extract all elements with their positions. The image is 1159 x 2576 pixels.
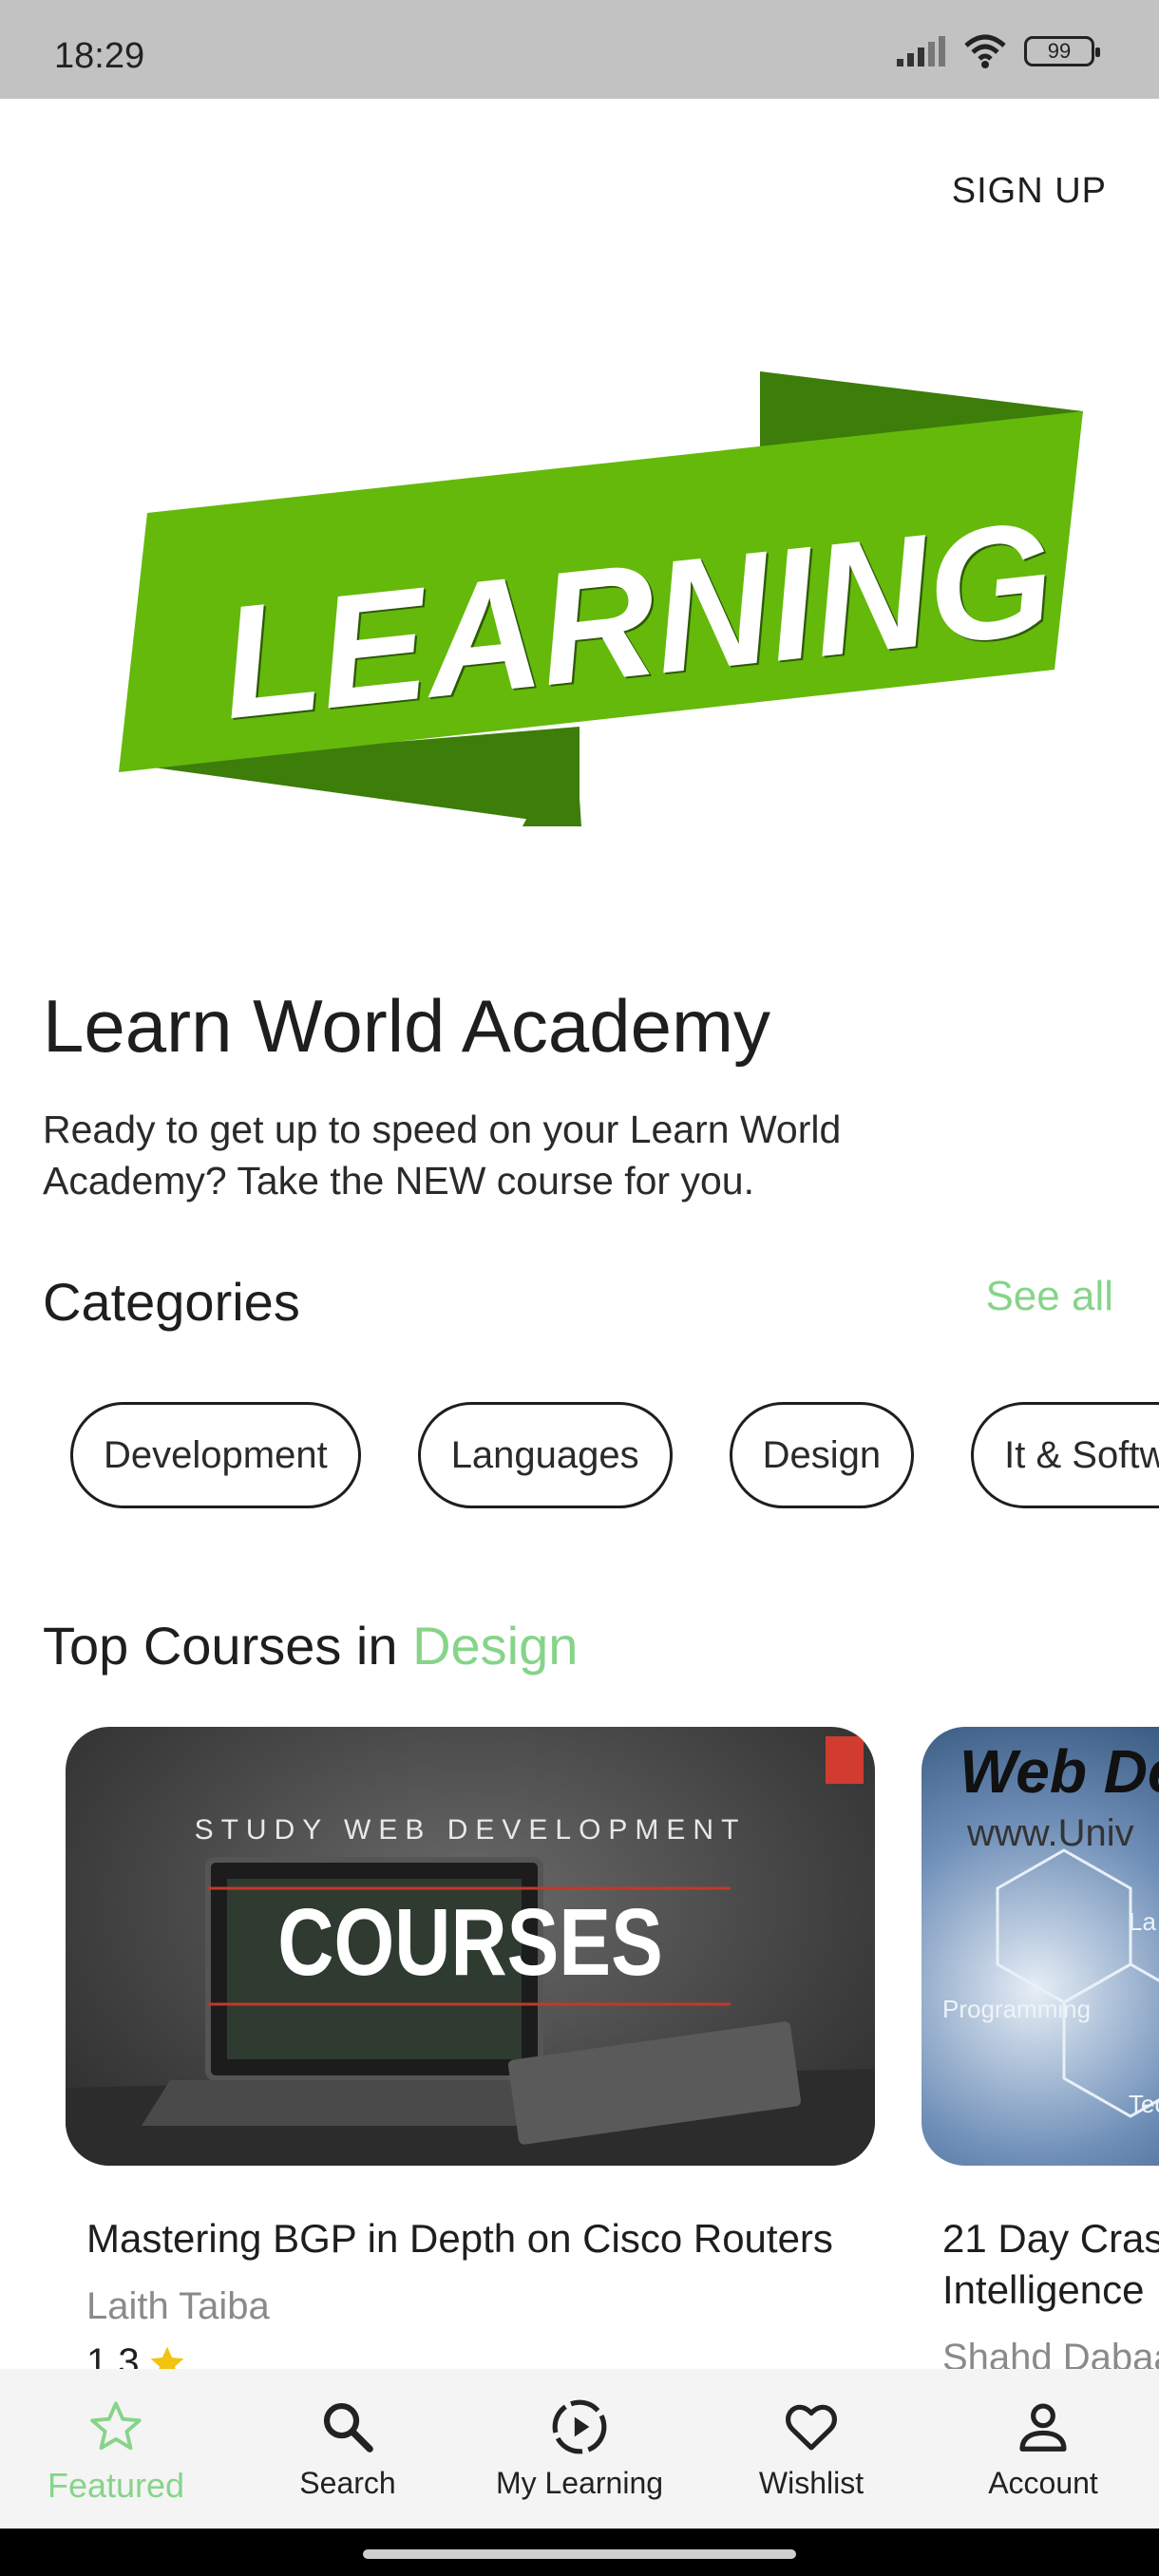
nav-account[interactable]: Account xyxy=(927,2369,1159,2529)
hexagon-pattern xyxy=(996,1848,1159,2118)
star-icon xyxy=(90,2401,142,2451)
course-author: Laith Taiba xyxy=(86,2285,270,2327)
category-chips: Development Languages Design It & Softw xyxy=(70,1402,1159,1508)
page-title: Learn World Academy xyxy=(43,984,770,1068)
course-thumbnail: Web De www.Univ Programming La Tec xyxy=(922,1727,1159,2166)
top-courses-prefix: Top Courses in xyxy=(43,1616,413,1676)
category-chip-development[interactable]: Development xyxy=(70,1402,361,1508)
nav-featured[interactable]: Featured xyxy=(0,2369,232,2529)
course-title: 21 Day Cras Intelligence xyxy=(942,2216,1159,2312)
top-courses-title: Top Courses in Design xyxy=(43,1615,578,1676)
play-circle-icon xyxy=(552,2399,607,2454)
gesture-bar xyxy=(0,2529,1159,2576)
person-icon xyxy=(1019,2403,1067,2452)
thumbnail-caption-top: STUDY WEB DEVELOPMENT xyxy=(194,1814,747,1846)
thumbnail-label: La xyxy=(1129,1907,1156,1936)
status-bar: 18:29 99 xyxy=(0,0,1159,99)
status-icons: 99 xyxy=(897,34,1100,68)
course-thumbnail: STUDY WEB DEVELOPMENT COURSES xyxy=(66,1727,875,2166)
heart-icon xyxy=(786,2404,837,2451)
nav-search[interactable]: Search xyxy=(232,2369,464,2529)
thumbnail-caption-main: COURSES xyxy=(277,1889,663,1996)
category-chip-it-software[interactable]: It & Softw xyxy=(971,1402,1159,1508)
thumbnail-label: Tec xyxy=(1129,2090,1159,2118)
learning-banner-logo: LEARNING xyxy=(119,371,1083,826)
battery-level: 99 xyxy=(1047,39,1072,63)
see-all-link[interactable]: See all xyxy=(985,1273,1113,1320)
nav-label: Wishlist xyxy=(758,2466,864,2500)
course-card[interactable]: Web De www.Univ Programming La Tec 21 Da… xyxy=(922,1727,1159,2379)
top-courses-category: Design xyxy=(412,1616,579,1676)
status-time: 18:29 xyxy=(54,36,145,76)
nav-wishlist[interactable]: Wishlist xyxy=(695,2369,927,2529)
wifi-icon xyxy=(964,34,1006,68)
nav-label: Featured xyxy=(47,2466,185,2505)
sign-up-button[interactable]: SIGN UP xyxy=(952,171,1107,212)
nav-label: Search xyxy=(299,2466,396,2500)
signal-icon xyxy=(897,36,945,66)
course-card[interactable]: STUDY WEB DEVELOPMENT COURSES Mastering … xyxy=(66,1727,902,2384)
bottom-navigation: Featured Search My Learning Wishlist Acc… xyxy=(0,2369,1159,2529)
nav-label: Account xyxy=(988,2466,1098,2500)
nav-my-learning[interactable]: My Learning xyxy=(464,2369,695,2529)
categories-title: Categories xyxy=(43,1272,300,1332)
page-subtitle: Ready to get up to speed on your Learn W… xyxy=(43,1108,842,1203)
course-title: Mastering BGP in Depth on Cisco Routers xyxy=(86,2216,833,2261)
search-icon xyxy=(323,2402,373,2453)
nav-label: My Learning xyxy=(495,2466,664,2500)
home-indicator[interactable] xyxy=(363,2549,796,2559)
category-chip-design[interactable]: Design xyxy=(729,1402,915,1508)
category-chip-languages[interactable]: Languages xyxy=(417,1402,673,1508)
battery-icon: 99 xyxy=(1024,36,1100,66)
thumbnail-label: Programming xyxy=(942,1995,1092,2023)
